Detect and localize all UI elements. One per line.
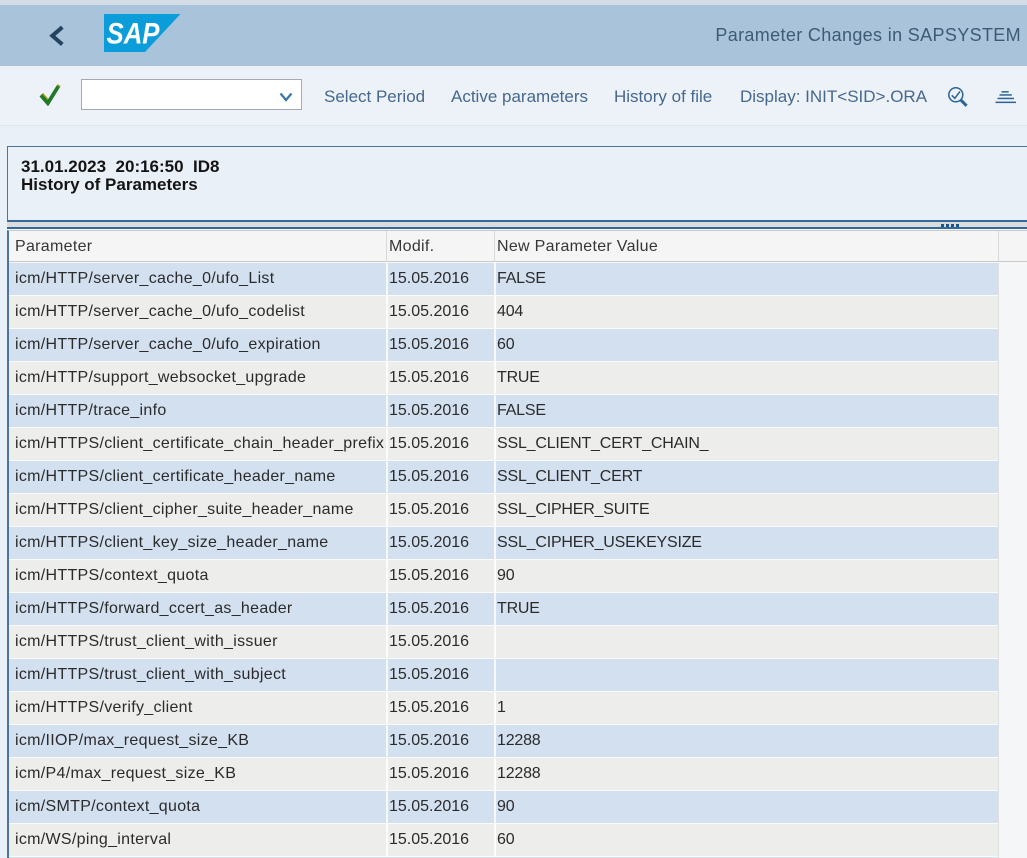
svg-text:SAP: SAP (107, 18, 161, 51)
